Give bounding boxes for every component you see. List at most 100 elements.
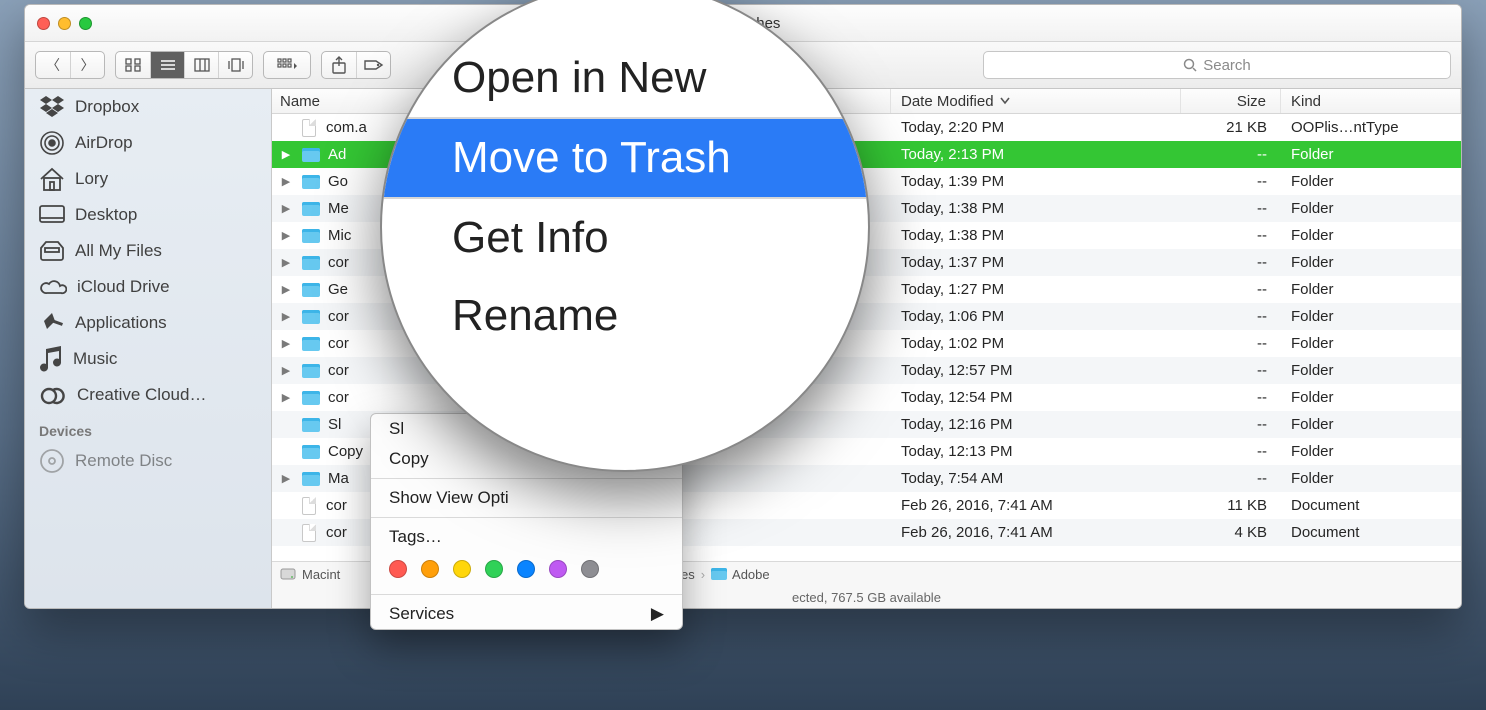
- file-date: Today, 7:54 AM: [891, 470, 1181, 487]
- path-segment[interactable]: Adobe: [711, 567, 770, 582]
- chevron-right-icon: ▶: [651, 604, 664, 624]
- col-size[interactable]: Size: [1181, 89, 1281, 113]
- file-kind: Folder: [1281, 200, 1461, 217]
- disclosure-triangle-icon[interactable]: ▶: [278, 175, 294, 188]
- action-buttons: [321, 51, 391, 79]
- search-icon: [1183, 58, 1197, 72]
- menu-item-services[interactable]: Services ▶: [371, 599, 682, 629]
- share-button[interactable]: [322, 52, 356, 78]
- disclosure-triangle-icon[interactable]: ▶: [278, 256, 294, 269]
- file-kind: Folder: [1281, 335, 1461, 352]
- folder-icon: [302, 472, 320, 486]
- file-kind: Folder: [1281, 308, 1461, 325]
- path-separator: ›: [701, 567, 705, 582]
- file-kind: Document: [1281, 497, 1461, 514]
- view-icons-button[interactable]: [116, 52, 150, 78]
- view-coverflow-button[interactable]: [218, 52, 252, 78]
- file-kind: Folder: [1281, 254, 1461, 271]
- folder-icon: [302, 337, 320, 351]
- view-list-button[interactable]: [150, 52, 184, 78]
- sidebar-item-desktop[interactable]: Desktop: [25, 197, 271, 233]
- magnified-item-highlighted: Move to Trash: [382, 119, 868, 197]
- sidebar-item-applications[interactable]: Applications: [25, 305, 271, 341]
- file-size: 21 KB: [1181, 119, 1281, 136]
- disclosure-triangle-icon[interactable]: ▶: [278, 148, 294, 161]
- path-segment[interactable]: Macint: [302, 567, 340, 582]
- file-date: Feb 26, 2016, 7:41 AM: [891, 497, 1181, 514]
- file-kind: Folder: [1281, 389, 1461, 406]
- menu-separator: [371, 478, 682, 479]
- file-date: Today, 2:13 PM: [891, 146, 1181, 163]
- magnifier: Open in New Move to Trash Get Info Renam…: [380, 0, 870, 472]
- sidebar-item-allmyfiles[interactable]: All My Files: [25, 233, 271, 269]
- file-date: Today, 1:02 PM: [891, 335, 1181, 352]
- file-size: --: [1181, 281, 1281, 298]
- tag-red[interactable]: [389, 560, 407, 578]
- folder-icon: [302, 391, 320, 405]
- disclosure-triangle-icon[interactable]: ▶: [278, 472, 294, 485]
- airdrop-icon: [39, 130, 65, 156]
- file-kind: OOPlis…ntType: [1281, 119, 1461, 136]
- folder-icon: [302, 283, 320, 297]
- sidebar-item-creativecloud[interactable]: Creative Cloud…: [25, 377, 271, 413]
- dropbox-icon: [39, 96, 65, 118]
- search-field[interactable]: Search: [983, 51, 1451, 79]
- sidebar-item-iclouddrive[interactable]: iCloud Drive: [25, 269, 271, 305]
- desktop-icon: [39, 205, 65, 225]
- tag-purple[interactable]: [549, 560, 567, 578]
- tag-orange[interactable]: [421, 560, 439, 578]
- arrange-button[interactable]: [264, 52, 310, 78]
- back-button[interactable]: 〈: [36, 52, 70, 78]
- col-date[interactable]: Date Modified: [891, 89, 1181, 113]
- folder-icon: [302, 202, 320, 216]
- folder-icon: [302, 418, 320, 432]
- file-date: Today, 1:39 PM: [891, 173, 1181, 190]
- sidebar-item-airdrop[interactable]: AirDrop: [25, 125, 271, 161]
- home-icon: [39, 167, 65, 191]
- sidebar-item-label: Dropbox: [75, 97, 139, 117]
- col-kind[interactable]: Kind: [1281, 89, 1461, 113]
- disclosure-triangle-icon[interactable]: ▶: [278, 283, 294, 296]
- sidebar-item-remotedisc[interactable]: Remote Disc: [25, 443, 271, 479]
- forward-button[interactable]: 〉: [70, 52, 104, 78]
- disclosure-triangle-icon[interactable]: ▶: [278, 337, 294, 350]
- sidebar-item-dropbox[interactable]: Dropbox: [25, 89, 271, 125]
- sidebar-item-label: Music: [73, 349, 117, 369]
- disclosure-triangle-icon[interactable]: ▶: [278, 391, 294, 404]
- magnified-item: Open in New: [382, 39, 868, 117]
- menu-item-show-view-options[interactable]: Show View Opti: [371, 483, 682, 513]
- sidebar-item-home[interactable]: Lory: [25, 161, 271, 197]
- view-columns-button[interactable]: [184, 52, 218, 78]
- file-date: Today, 2:20 PM: [891, 119, 1181, 136]
- sidebar-item-label: Remote Disc: [75, 451, 172, 471]
- file-date: Today, 12:57 PM: [891, 362, 1181, 379]
- tag-green[interactable]: [485, 560, 503, 578]
- file-size: 4 KB: [1181, 524, 1281, 541]
- sidebar-item-label: AirDrop: [75, 133, 133, 153]
- disclosure-triangle-icon[interactable]: ▶: [278, 364, 294, 377]
- magnified-item: Get Info: [382, 199, 868, 277]
- disclosure-triangle-icon[interactable]: ▶: [278, 229, 294, 242]
- folder-icon: [302, 148, 320, 162]
- file-date: Today, 1:38 PM: [891, 227, 1181, 244]
- menu-separator: [371, 594, 682, 595]
- tag-blue[interactable]: [517, 560, 535, 578]
- sidebar-devices-header: Devices: [25, 413, 271, 443]
- file-size: --: [1181, 416, 1281, 433]
- disclosure-triangle-icon[interactable]: ▶: [278, 202, 294, 215]
- file-size: --: [1181, 173, 1281, 190]
- tag-gray[interactable]: [581, 560, 599, 578]
- file-kind: Document: [1281, 524, 1461, 541]
- sidebar-item-music[interactable]: Music: [25, 341, 271, 377]
- file-size: --: [1181, 254, 1281, 271]
- file-kind: Folder: [1281, 470, 1461, 487]
- tag-yellow[interactable]: [453, 560, 471, 578]
- magnified-item: Rename: [382, 277, 868, 355]
- sidebar-item-label: Creative Cloud…: [77, 385, 206, 405]
- file-date: Today, 12:13 PM: [891, 443, 1181, 460]
- view-buttons: [115, 51, 253, 79]
- disclosure-triangle-icon[interactable]: ▶: [278, 310, 294, 323]
- disc-icon: [39, 448, 65, 474]
- sidebar: Dropbox AirDrop Lory Desktop All My File…: [25, 89, 272, 608]
- menu-item-tags[interactable]: Tags…: [371, 522, 682, 552]
